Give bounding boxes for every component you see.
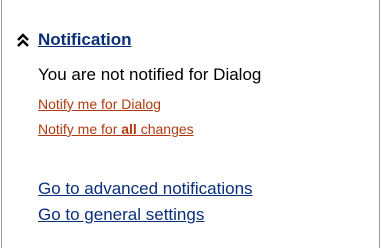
- advanced-notifications-link[interactable]: Go to advanced notifications: [38, 179, 253, 199]
- notification-title-link[interactable]: Notification: [38, 30, 132, 50]
- notify-all-changes-link[interactable]: Notify me for all changes: [38, 121, 194, 137]
- notification-header: Notification: [14, 27, 132, 53]
- notify-all-prefix: Notify me for: [38, 121, 122, 137]
- notification-panel: Notification You are not notified for Di…: [1, 0, 380, 248]
- notify-dialog-link[interactable]: Notify me for Dialog: [38, 96, 161, 112]
- double-chevron-up-icon[interactable]: [14, 31, 32, 49]
- notification-status-text: You are not notified for Dialog: [38, 65, 262, 84]
- notify-all-bold: all: [121, 121, 137, 137]
- notify-all-suffix: changes: [136, 121, 194, 137]
- general-settings-link[interactable]: Go to general settings: [38, 205, 204, 225]
